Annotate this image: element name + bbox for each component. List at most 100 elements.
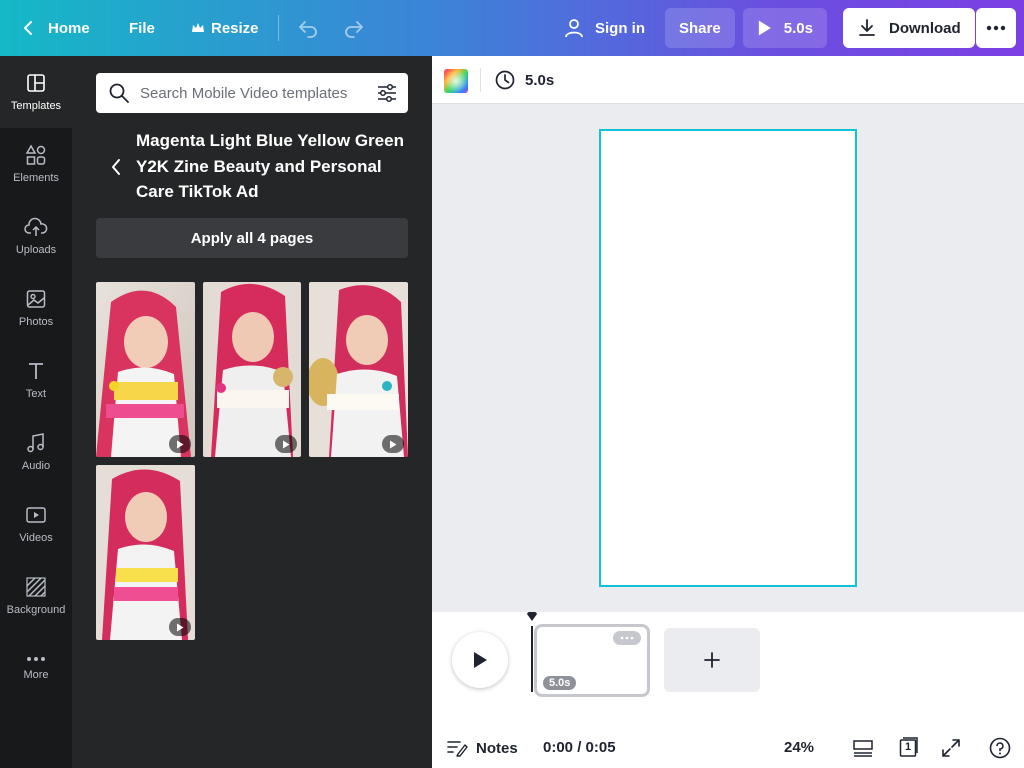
apply-all-pages-button[interactable]: Apply all 4 pages — [96, 218, 408, 258]
text-icon — [29, 363, 43, 379]
sign-in-label: Sign in — [595, 19, 645, 37]
rail-item-uploads[interactable]: Uploads — [0, 200, 72, 272]
template-page-thumbnail[interactable] — [96, 465, 195, 640]
upload-cloud-icon — [24, 217, 48, 236]
template-page-thumbnail[interactable] — [309, 282, 408, 457]
resize-label: Resize — [211, 19, 259, 37]
undo-button[interactable] — [296, 16, 320, 40]
redo-button[interactable] — [342, 16, 366, 40]
fullscreen-button[interactable] — [940, 737, 962, 759]
rail-label-text: Text — [25, 388, 47, 400]
rail-item-text[interactable]: Text — [0, 344, 72, 416]
playhead-line — [531, 626, 533, 692]
rail-label-audio: Audio — [21, 460, 51, 472]
editor-toolbar: 5.0s — [432, 56, 1024, 104]
duration-label: 5.0s — [525, 71, 555, 89]
timeline-panel: 5.0s Notes 0:00 / 0:05 24% 1 — [432, 612, 1024, 768]
duration-button[interactable]: 5.0s — [494, 68, 554, 92]
playhead-handle[interactable] — [527, 612, 537, 622]
timeline-clip[interactable]: 5.0s — [534, 624, 650, 697]
music-note-icon — [27, 433, 44, 453]
rail-label-elements: Elements — [13, 172, 59, 184]
template-title: Magenta Light Blue Yellow Green Y2K Zine… — [136, 131, 404, 201]
more-dots-icon — [986, 25, 1006, 31]
rail-item-more[interactable]: More — [0, 632, 72, 704]
play-icon — [177, 440, 184, 448]
share-label: Share — [679, 19, 721, 37]
chevron-left-icon — [112, 159, 120, 175]
background-pattern-icon — [26, 577, 46, 597]
undo-icon — [299, 21, 317, 38]
color-picker-button[interactable] — [444, 69, 468, 93]
rail-item-photos[interactable]: Photos — [0, 272, 72, 344]
notes-label: Notes — [476, 739, 518, 757]
canvas-area — [432, 105, 1024, 612]
notes-icon — [447, 741, 468, 757]
thumbnail-image — [96, 282, 195, 457]
play-icon — [474, 652, 487, 668]
templates-panel: Search Mobile Video templates Magenta Li… — [72, 56, 432, 768]
help-button[interactable] — [988, 736, 1012, 760]
play-button[interactable] — [452, 632, 508, 688]
templates-icon — [27, 74, 45, 92]
play-badge — [382, 435, 404, 453]
zoom-level[interactable]: 24% — [784, 739, 814, 756]
apply-all-pages-label: Apply all 4 pages — [190, 229, 314, 247]
download-button[interactable]: Download — [843, 8, 975, 48]
download-icon — [859, 19, 875, 36]
clip-duration-badge: 5.0s — [543, 676, 577, 690]
time-readout: 0:00 / 0:05 — [543, 739, 616, 756]
add-page-button[interactable] — [664, 628, 760, 692]
more-options-button[interactable] — [976, 8, 1016, 48]
page-count-button[interactable]: 1 — [898, 736, 920, 758]
play-icon — [758, 20, 771, 36]
rail-item-templates[interactable]: Templates — [0, 56, 72, 128]
present-button[interactable]: 5.0s — [743, 8, 827, 48]
rail-item-audio[interactable]: Audio — [0, 416, 72, 488]
clip-options-button[interactable] — [613, 631, 641, 645]
rail-label-uploads: Uploads — [15, 244, 57, 256]
play-icon — [177, 623, 184, 631]
download-label: Download — [889, 19, 961, 37]
bottom-bar: Notes 0:00 / 0:05 24% 1 — [432, 728, 1024, 768]
more-dots-icon — [27, 657, 45, 661]
play-badge — [169, 435, 191, 453]
template-page-thumbnail[interactable] — [203, 282, 301, 457]
rail-item-videos[interactable]: Videos — [0, 488, 72, 560]
template-page-thumbnail[interactable] — [96, 282, 195, 457]
expand-icon — [942, 739, 960, 757]
file-label: File — [129, 19, 155, 37]
top-bar: Home File Resize Sign in Share 5.0s Down… — [0, 0, 1024, 56]
present-duration: 5.0s — [783, 19, 813, 37]
share-button[interactable]: Share — [665, 8, 735, 48]
timeline-view-icon — [853, 740, 873, 757]
redo-icon — [345, 21, 363, 38]
home-button[interactable]: Home — [18, 8, 90, 48]
divider — [480, 68, 481, 92]
play-icon — [283, 440, 290, 448]
resize-button[interactable]: Resize — [191, 8, 259, 48]
rail-item-background[interactable]: Background — [0, 560, 72, 632]
timeline-view-button[interactable] — [852, 738, 874, 758]
thumbnail-image — [203, 282, 301, 457]
rail-label-more: More — [23, 669, 49, 681]
sign-in-button[interactable]: Sign in — [563, 8, 645, 48]
user-icon — [565, 19, 583, 38]
back-button[interactable] — [106, 156, 126, 178]
design-page[interactable] — [599, 129, 857, 587]
crown-icon — [192, 23, 204, 32]
home-label: Home — [48, 19, 90, 37]
filter-sliders-icon[interactable] — [376, 82, 398, 104]
file-menu-button[interactable]: File — [129, 8, 155, 48]
play-badge — [275, 435, 297, 453]
notes-button[interactable]: Notes — [446, 736, 518, 760]
template-search-bar[interactable]: Search Mobile Video templates — [96, 73, 408, 113]
rail-label-photos: Photos — [18, 316, 54, 328]
search-input[interactable]: Search Mobile Video templates — [130, 85, 376, 102]
chevron-left-icon — [24, 21, 32, 35]
rail-item-elements[interactable]: Elements — [0, 128, 72, 200]
clock-icon — [495, 70, 515, 90]
rail-label-background: Background — [6, 604, 66, 616]
elements-icon — [25, 144, 46, 165]
left-rail: Templates Elements Uploads Photos Text A… — [0, 56, 72, 768]
